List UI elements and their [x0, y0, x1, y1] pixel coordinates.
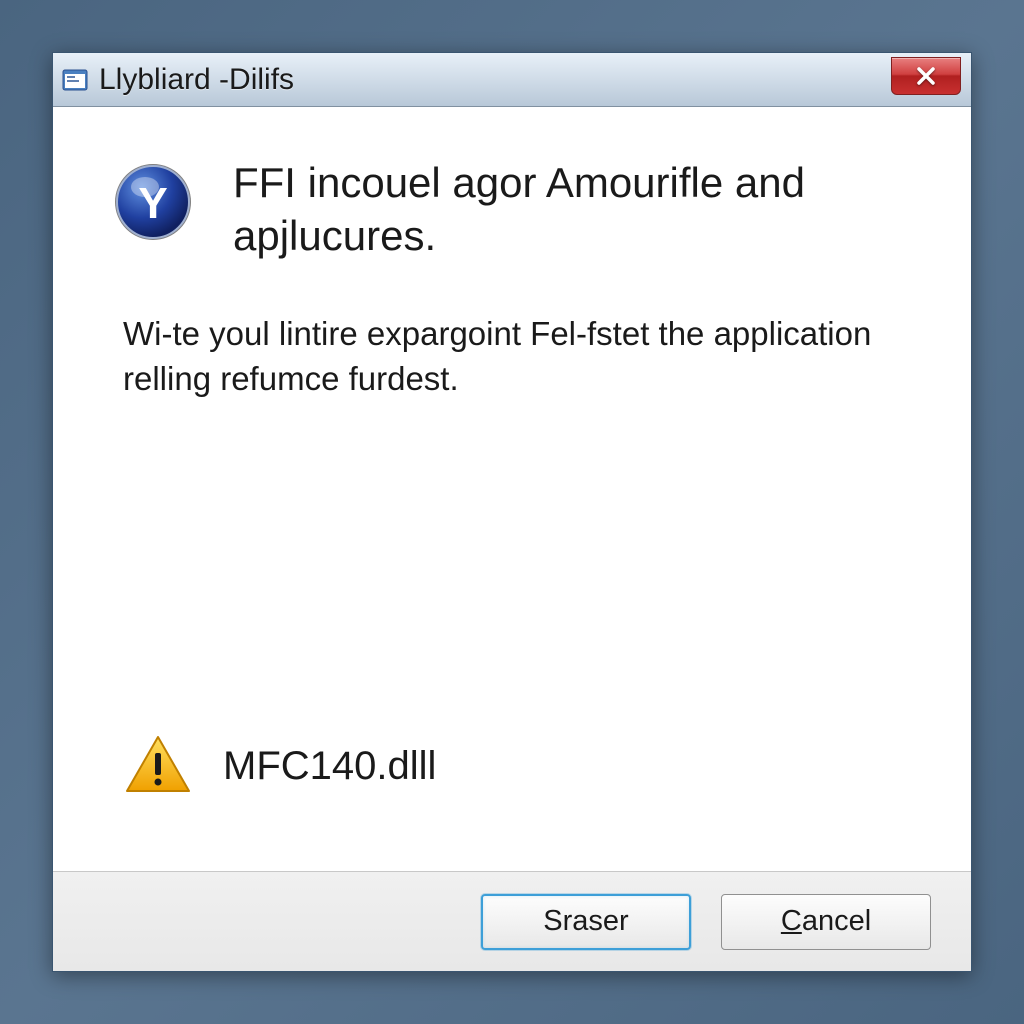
cancel-mnemonic: C — [781, 905, 802, 938]
dialog-body: Wi-te youl lintire expargoint Fel-fstet … — [123, 312, 911, 401]
cancel-button[interactable]: Cancel — [721, 894, 931, 950]
window-title: Llybliard -Dilifs — [99, 63, 294, 97]
spacer — [113, 441, 911, 731]
dialog-window: Llybliard -Dilifs — [52, 52, 972, 972]
button-row: Sraser Cancel — [53, 871, 971, 971]
dialog-content: Y FFI incouel agor Amourifle and apjlucu… — [53, 107, 971, 871]
heading-row: Y FFI incouel agor Amourifle and apjlucu… — [113, 157, 911, 262]
svg-text:Y: Y — [138, 179, 167, 228]
primary-button[interactable]: Sraser — [481, 894, 691, 950]
cancel-label-rest: ancel — [802, 905, 871, 938]
titlebar: Llybliard -Dilifs — [53, 53, 971, 107]
warning-row: MFC140.dlll — [123, 731, 911, 801]
info-icon: Y — [113, 162, 193, 242]
warning-file-label: MFC140.dlll — [223, 744, 436, 789]
app-icon — [61, 66, 89, 94]
dialog-heading: FFI incouel agor Amourifle and apjlucure… — [233, 157, 911, 262]
close-icon — [915, 65, 937, 87]
close-button[interactable] — [891, 57, 961, 95]
warning-icon — [123, 731, 193, 801]
